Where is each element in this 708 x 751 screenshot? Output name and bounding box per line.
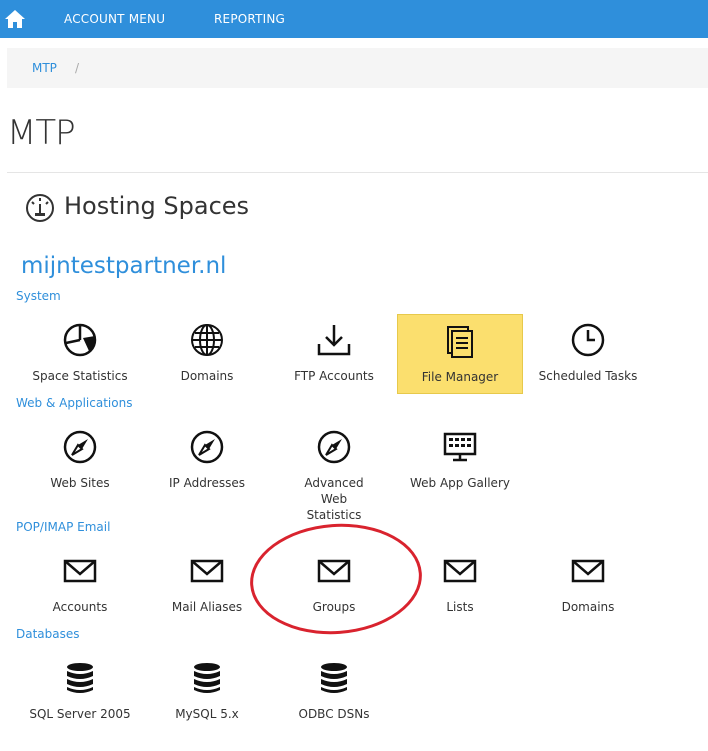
- tile-label: Scheduled Tasks: [538, 369, 638, 383]
- tile-label: IP Addresses: [168, 476, 245, 490]
- tile-label: File Manager: [421, 370, 499, 384]
- mail-aliases-tile[interactable]: Mail Aliases: [144, 553, 270, 615]
- compass-icon: [317, 430, 351, 464]
- domains-tile[interactable]: Domains: [144, 322, 270, 384]
- globe-icon: [191, 324, 223, 356]
- clock-icon: [571, 323, 605, 357]
- pie-chart-icon: [63, 323, 97, 357]
- scheduled-tasks-tile[interactable]: Scheduled Tasks: [525, 322, 651, 384]
- file-manager-tile[interactable]: File Manager: [397, 314, 523, 394]
- breadcrumb: MTP /: [7, 48, 708, 88]
- top-navigation-bar: ACCOUNT MENU REPORTING: [0, 0, 708, 38]
- tile-label: Advanced Web Statistics: [304, 476, 364, 522]
- envelope-icon: [443, 559, 477, 583]
- envelope-icon: [190, 559, 224, 583]
- tile-label: Web App Gallery: [410, 476, 510, 490]
- divider: [7, 172, 708, 173]
- tile-label: Mail Aliases: [171, 600, 243, 614]
- tile-label: ODBC DSNs: [298, 707, 370, 721]
- web-app-gallery-tile[interactable]: Web App Gallery: [397, 429, 523, 491]
- ftp-accounts-tile[interactable]: FTP Accounts: [271, 322, 397, 384]
- database-icon: [194, 663, 220, 693]
- tile-label: Domains: [180, 369, 234, 383]
- mailing-lists-tile[interactable]: Lists: [397, 553, 523, 615]
- email-accounts-tile[interactable]: Accounts: [17, 553, 143, 615]
- compass-icon: [63, 430, 97, 464]
- group-label-databases: Databases: [16, 627, 80, 641]
- document-icon: [447, 326, 473, 358]
- download-icon: [317, 325, 351, 356]
- email-groups-tile[interactable]: Groups: [271, 553, 397, 615]
- advanced-web-statistics-tile[interactable]: Advanced Web Statistics: [271, 429, 397, 523]
- compass-icon: [190, 430, 224, 464]
- web-sites-tile[interactable]: Web Sites: [17, 429, 143, 491]
- hosting-space-link[interactable]: mijntestpartner.nl: [21, 253, 226, 279]
- envelope-icon: [571, 559, 605, 583]
- envelope-icon: [317, 559, 351, 583]
- dashboard-gauge-icon: [26, 194, 54, 222]
- mysql-5x-tile[interactable]: MySQL 5.x: [144, 660, 270, 722]
- group-label-web-applications: Web & Applications: [16, 396, 133, 410]
- page-title: MTP: [7, 113, 76, 153]
- tile-label: Groups: [312, 600, 356, 614]
- tile-label: Web Sites: [50, 476, 110, 490]
- tile-label: Space Statistics: [32, 369, 128, 383]
- tile-label: Domains: [561, 600, 615, 614]
- tile-label: Accounts: [52, 600, 108, 614]
- sql-server-2005-tile[interactable]: SQL Server 2005: [17, 660, 143, 722]
- mail-domains-tile[interactable]: Domains: [525, 553, 651, 615]
- breadcrumb-item-mtp[interactable]: MTP: [32, 48, 57, 88]
- tile-label: MySQL 5.x: [175, 707, 239, 721]
- breadcrumb-separator: /: [75, 61, 80, 75]
- section-title: Hosting Spaces: [64, 192, 250, 220]
- group-label-system: System: [16, 289, 61, 303]
- space-statistics-tile[interactable]: Space Statistics: [17, 322, 143, 384]
- group-label-pop-imap-email: POP/IMAP Email: [16, 520, 111, 534]
- tile-label: FTP Accounts: [294, 369, 374, 383]
- envelope-icon: [63, 559, 97, 583]
- database-icon: [67, 663, 93, 693]
- tile-label: SQL Server 2005: [29, 707, 131, 721]
- odbc-dsns-tile[interactable]: ODBC DSNs: [271, 660, 397, 722]
- tile-label: Lists: [446, 600, 474, 614]
- monitor-grid-icon: [443, 432, 477, 462]
- ip-addresses-tile[interactable]: IP Addresses: [144, 429, 270, 491]
- reporting-link[interactable]: REPORTING: [214, 0, 285, 38]
- database-icon: [321, 663, 347, 693]
- account-menu-link[interactable]: ACCOUNT MENU: [64, 0, 165, 38]
- home-icon[interactable]: [4, 8, 26, 30]
